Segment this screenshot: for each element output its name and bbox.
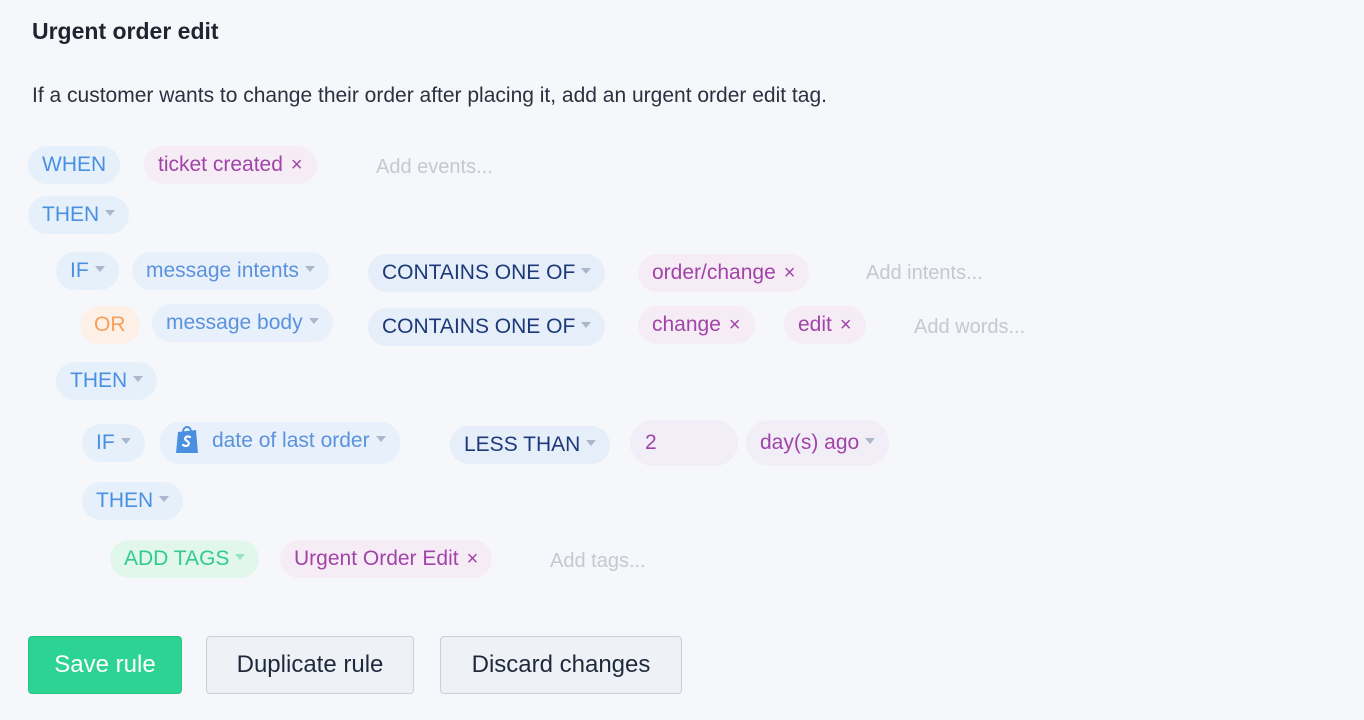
chevron-down-icon bbox=[581, 322, 592, 329]
chevron-down-icon bbox=[375, 436, 386, 443]
field-select-message-body[interactable]: message body bbox=[152, 304, 333, 342]
add-events-input[interactable]: Add events... bbox=[376, 148, 493, 186]
chevron-down-icon bbox=[120, 438, 131, 445]
add-words-input[interactable]: Add words... bbox=[914, 308, 1025, 346]
operator-select-2[interactable]: CONTAINS ONE OF bbox=[368, 308, 606, 346]
chevron-down-icon bbox=[581, 268, 592, 275]
chevron-down-icon bbox=[586, 440, 597, 447]
word-tag-label: change bbox=[652, 313, 721, 336]
word-tag-label: edit bbox=[798, 313, 832, 336]
then-keyword-2[interactable]: THEN bbox=[56, 362, 158, 400]
chevron-down-icon bbox=[94, 266, 105, 273]
chevron-down-icon bbox=[308, 318, 319, 325]
operator-select-3[interactable]: LESS THAN bbox=[450, 426, 611, 464]
unit-select[interactable]: day(s) ago bbox=[746, 420, 890, 466]
remove-tag-icon[interactable]: × bbox=[840, 314, 852, 336]
action-tag-urgent-order-edit[interactable]: Urgent Order Edit × bbox=[280, 540, 493, 578]
field-select-date-of-last-order[interactable]: date of last order bbox=[160, 422, 400, 464]
chevron-down-icon bbox=[304, 266, 315, 273]
chevron-down-icon bbox=[865, 438, 876, 445]
or-keyword: OR bbox=[80, 306, 140, 344]
days-value-input[interactable]: 2 bbox=[630, 420, 738, 466]
word-tag-change[interactable]: change × bbox=[638, 306, 755, 344]
remove-tag-icon[interactable]: × bbox=[729, 314, 741, 336]
rule-description: If a customer wants to change their orde… bbox=[32, 84, 827, 107]
then-keyword-1[interactable]: THEN bbox=[28, 196, 130, 234]
event-tag-ticket-created[interactable]: ticket created × bbox=[144, 146, 317, 184]
if-keyword-1[interactable]: IF bbox=[56, 252, 119, 290]
remove-tag-icon[interactable]: × bbox=[784, 262, 796, 284]
duplicate-rule-button[interactable]: Duplicate rule bbox=[206, 636, 414, 694]
action-tag-label: Urgent Order Edit bbox=[294, 547, 459, 570]
chevron-down-icon bbox=[133, 376, 144, 383]
when-keyword: WHEN bbox=[28, 146, 121, 184]
shopify-bag-icon bbox=[176, 426, 198, 454]
save-rule-button[interactable]: Save rule bbox=[28, 636, 182, 694]
word-tag-edit[interactable]: edit × bbox=[784, 306, 866, 344]
operator-select-1[interactable]: CONTAINS ONE OF bbox=[368, 254, 606, 292]
discard-changes-button[interactable]: Discard changes bbox=[440, 636, 682, 694]
add-tags-input[interactable]: Add tags... bbox=[550, 542, 646, 580]
intent-tag-label: order/change bbox=[652, 261, 776, 284]
event-tag-label: ticket created bbox=[158, 153, 283, 176]
action-add-tags-select[interactable]: ADD TAGS bbox=[110, 540, 260, 578]
intent-tag-order-change[interactable]: order/change × bbox=[638, 254, 810, 292]
rule-title: Urgent order edit bbox=[32, 18, 219, 44]
remove-tag-icon[interactable]: × bbox=[291, 154, 303, 176]
chevron-down-icon bbox=[235, 554, 246, 561]
chevron-down-icon bbox=[105, 210, 116, 217]
then-keyword-3[interactable]: THEN bbox=[82, 482, 184, 520]
remove-tag-icon[interactable]: × bbox=[467, 548, 479, 570]
if-keyword-2[interactable]: IF bbox=[82, 424, 145, 462]
field-select-message-intents[interactable]: message intents bbox=[132, 252, 329, 290]
add-intents-input[interactable]: Add intents... bbox=[866, 254, 983, 292]
chevron-down-icon bbox=[159, 496, 170, 503]
